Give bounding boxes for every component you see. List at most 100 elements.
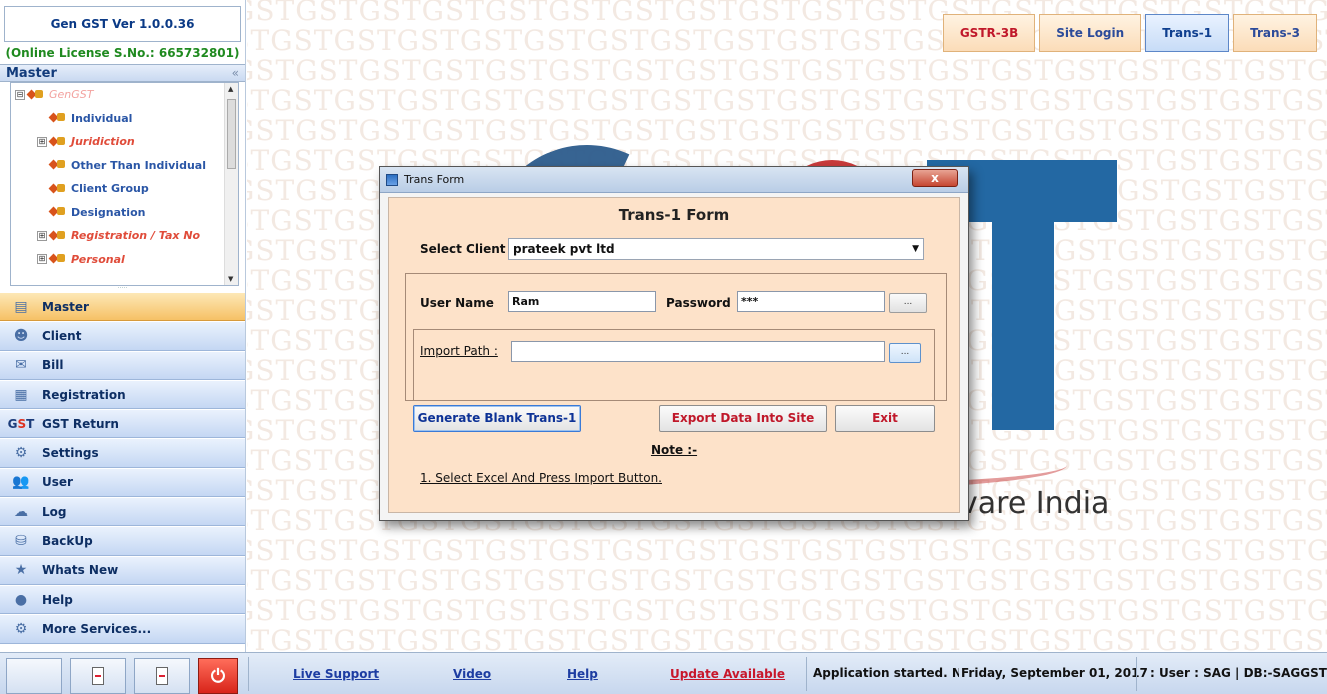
tree-node-icon [49, 136, 67, 148]
import-browse-button[interactable]: ... [889, 343, 921, 363]
expand-toggle-icon[interactable]: ⊟ [15, 89, 25, 100]
import-path-input[interactable] [511, 341, 885, 362]
collapse-icon[interactable]: « [232, 66, 239, 80]
tree-scrollbar[interactable]: ▲ ▼ [224, 83, 238, 285]
update-available-link[interactable]: Update Available [670, 667, 785, 681]
tree-item-label: GenGST [49, 88, 94, 102]
status-separator [806, 657, 807, 691]
expand-toggle-icon[interactable]: ⊞ [37, 254, 47, 265]
nav-item-gst-return[interactable]: G S T GST Return [0, 409, 245, 439]
restore-doc-button[interactable] [134, 658, 190, 694]
password-input[interactable]: *** [737, 291, 885, 312]
tree-item[interactable]: ⊞ Personal [11, 248, 238, 272]
tab-gstr-3b[interactable]: GSTR-3B [942, 14, 1036, 52]
close-button[interactable]: x [912, 169, 958, 187]
watermark-row: GSTGSTGSTGSTGSTGSTGSTGSTGSTGSTGSTGSTGSTG… [247, 624, 1327, 652]
scroll-thumb[interactable] [227, 99, 236, 169]
tab-trans-3[interactable]: Trans-3 [1233, 14, 1317, 52]
top-tabs: GSTR-3B Site Login Trans-1 Trans-3 [942, 14, 1317, 52]
tree-item-label: Personal [71, 252, 125, 266]
master-icon: ▤ [14, 298, 28, 315]
master-panel-title: Master [6, 65, 57, 81]
nav-item-user[interactable]: 👥 User [0, 467, 245, 498]
tree-item[interactable]: Other Than Individual [11, 154, 238, 178]
exit-button[interactable]: Exit [835, 405, 935, 432]
tree-item[interactable]: ⊟ GenGST [11, 83, 238, 107]
nav-item-backup[interactable]: ⛁ BackUp [0, 526, 245, 556]
nav-item-label: User [42, 475, 73, 490]
note-heading: Note :- [650, 443, 698, 457]
watermark-row: GSTGSTGSTGSTGSTGSTGSTGSTGSTGSTGSTGSTGSTG… [247, 84, 1327, 117]
username-label: User Name [420, 296, 494, 310]
gst-logo-t-stem [992, 160, 1054, 430]
select-client-dropdown[interactable]: prateek pvt ltd ▼ [508, 238, 924, 260]
sidebar: Gen GST Ver 1.0.0.36 (Online License S.N… [0, 0, 246, 652]
live-support-link[interactable]: Live Support [293, 667, 379, 681]
settings-icon: ⚙ [14, 445, 28, 462]
nav-item-registration[interactable]: ▦ Registration [0, 379, 245, 410]
nav-item-master[interactable]: ▤ Master [0, 292, 245, 322]
nav-item-whats-new[interactable]: ★ Whats New [0, 555, 245, 585]
window-title: Trans Form [404, 173, 465, 186]
master-tree: ⊟ GenGST Individual ⊞ Juridiction Other Than … [10, 82, 239, 286]
tree-item[interactable]: Designation [11, 201, 238, 225]
expand-toggle-icon[interactable]: ⊞ [37, 136, 47, 147]
nav-item-log[interactable]: ☁ Log [0, 497, 245, 527]
tree-node-icon [49, 253, 67, 265]
import-path-label: Import Path : [420, 344, 498, 358]
nav-list: ▤ Master ☻ Client ✉ Bill ▦ Registration G S T GST R… [0, 292, 245, 644]
window-icon [386, 173, 398, 186]
status-date: Friday, September 01, 2017 [961, 666, 1148, 680]
status-message: Application started. No a [813, 666, 959, 680]
tree-node-icon [49, 159, 67, 171]
tree-item[interactable]: Client Group [11, 177, 238, 201]
nav-item-settings[interactable]: ⚙ Settings [0, 438, 245, 468]
nav-item-client[interactable]: ☻ Client [0, 321, 245, 351]
tree-node-icon [27, 89, 45, 101]
generate-blank-button[interactable]: Generate Blank Trans-1 [413, 405, 581, 432]
tree-item-label: Registration / Tax No [71, 229, 201, 243]
video-link[interactable]: Video [453, 667, 491, 681]
import-group [413, 329, 935, 401]
tab-trans-1[interactable]: Trans-1 [1145, 14, 1230, 52]
document-icon [92, 667, 104, 685]
password-browse-button[interactable]: ... [889, 293, 927, 313]
registration-icon: ▦ [14, 386, 28, 403]
tree-node-icon [49, 183, 67, 195]
nav-item-label: Log [42, 504, 67, 519]
status-buttons: ⏻ [6, 658, 238, 694]
nav-item-label: Settings [42, 446, 99, 461]
nav-item-bill[interactable]: ✉ Bill [0, 350, 245, 380]
status-user-db: : User : SAG | DB:-SAGGST [1150, 666, 1327, 680]
username-input[interactable]: Ram [508, 291, 656, 312]
scroll-down-icon[interactable]: ▼ [228, 275, 233, 283]
nav-item-label: Help [42, 592, 73, 607]
watermark-row: GSTGSTGSTGSTGSTGSTGSTGSTGSTGSTGSTGSTGSTG… [247, 564, 1327, 597]
tree-item[interactable]: Individual [11, 107, 238, 131]
minimize-doc-button[interactable] [70, 658, 126, 694]
bill-icon: ✉ [15, 357, 27, 374]
watermark-row: GSTGSTGSTGSTGSTGSTGSTGSTGSTGSTGSTGSTGSTG… [247, 114, 1327, 147]
tab-site-login[interactable]: Site Login [1039, 14, 1142, 52]
more-services-icon: ⚙ [14, 620, 28, 637]
help-link[interactable]: Help [567, 667, 598, 681]
nav-item-help[interactable]: ● Help [0, 584, 245, 615]
nav-item-label: Whats New [42, 563, 119, 578]
window-titlebar[interactable]: Trans Form [380, 167, 968, 193]
form-body: Trans-1 Form Select Client prateek pvt l… [388, 197, 960, 513]
select-client-label: Select Client [420, 242, 506, 256]
tree-item[interactable]: ⊞ Registration / Tax No [11, 224, 238, 248]
power-button[interactable]: ⏻ [198, 658, 238, 694]
power-icon: ⏻ [210, 665, 226, 687]
watermark-row: GSTGSTGSTGSTGSTGSTGSTGSTGSTGSTGSTGSTGSTG… [247, 54, 1327, 87]
nav-item-label: BackUp [42, 534, 93, 549]
export-data-button[interactable]: Export Data Into Site [659, 405, 827, 432]
client-icon: ☻ [13, 327, 29, 344]
expand-toggle-icon[interactable]: ⊞ [37, 230, 47, 241]
nav-item-label: Master [42, 299, 89, 314]
nav-item-label: Registration [42, 387, 126, 402]
scroll-up-icon[interactable]: ▲ [228, 85, 233, 93]
tree-item[interactable]: ⊞ Juridiction [11, 130, 238, 154]
blank-button[interactable] [6, 658, 62, 694]
nav-item-more-services[interactable]: ⚙ More Services... [0, 614, 245, 644]
